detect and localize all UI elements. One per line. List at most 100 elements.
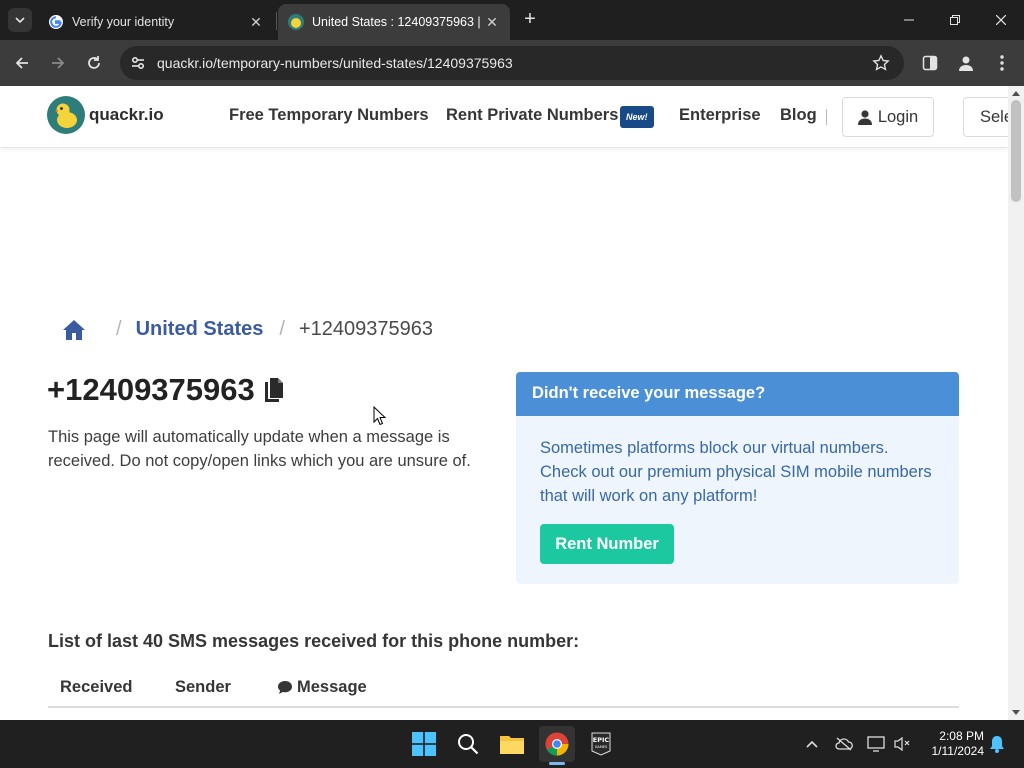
close-icon[interactable]: ✕ <box>482 12 502 32</box>
more-vertical-icon <box>1000 55 1004 71</box>
taskbar-epic-games[interactable]: EPIC GAMES <box>583 726 619 762</box>
windows-logo-icon <box>412 732 436 756</box>
chrome-icon <box>545 732 569 756</box>
taskbar-clock[interactable]: 2:08 PM 1/11/2024 <box>918 729 985 759</box>
nav-rent-private-numbers[interactable]: Rent Private Numbers <box>446 106 618 125</box>
address-bar[interactable]: quackr.io/temporary-numbers/united-state… <box>120 46 904 80</box>
tab-title: United States : 12409375963 | F <box>312 15 482 29</box>
nav-enterprise[interactable]: Enterprise <box>679 106 761 125</box>
reload-button[interactable] <box>80 49 108 77</box>
phone-number: +12409375963 <box>47 372 255 407</box>
web-page: quackr.io Free Temporary Numbers Rent Pr… <box>0 86 1008 720</box>
scrollbar-thumb[interactable] <box>1011 100 1021 202</box>
start-button[interactable] <box>406 726 442 762</box>
folder-icon <box>500 736 524 754</box>
breadcrumb: / United States / +12409375963 <box>62 318 433 341</box>
copy-icon[interactable] <box>263 377 285 403</box>
windows-taskbar: EPIC GAMES 2:08 PM 1/11/2024 <box>0 720 1024 768</box>
tab-search-button[interactable] <box>8 8 32 32</box>
speaker-muted-icon <box>894 736 910 752</box>
duck-logo-icon <box>47 96 85 134</box>
volume-tray-icon[interactable] <box>892 734 912 754</box>
cloud-off-icon <box>835 737 853 751</box>
chevron-up-icon <box>806 740 818 748</box>
breadcrumb-country-link[interactable]: United States <box>136 318 264 341</box>
column-message-label: Message <box>297 678 367 696</box>
chevron-down-icon <box>15 17 25 24</box>
notifications-button[interactable] <box>987 734 1007 754</box>
breadcrumb-separator: / <box>279 318 285 340</box>
select-country-button[interactable]: Sele <box>963 97 1008 137</box>
column-message[interactable]: Message <box>277 678 367 697</box>
comment-icon <box>278 681 292 694</box>
scroll-up-arrow-icon[interactable] <box>1012 91 1020 96</box>
restore-icon <box>950 15 960 25</box>
messages-table-header: Received Sender Message <box>48 666 959 708</box>
column-sender[interactable]: Sender <box>175 678 231 697</box>
minimize-icon <box>904 19 914 21</box>
show-hidden-icons-button[interactable] <box>802 734 822 754</box>
side-panel-icon <box>922 55 938 71</box>
nav-free-temporary-numbers[interactable]: Free Temporary Numbers <box>229 106 429 125</box>
close-icon <box>996 15 1006 25</box>
close-icon[interactable]: ✕ <box>246 12 266 32</box>
site-logo[interactable]: quackr.io <box>47 96 164 134</box>
column-received[interactable]: Received <box>60 678 132 697</box>
active-app-indicator <box>549 762 565 765</box>
network-tray-icon[interactable] <box>866 734 886 754</box>
browser-tab-verify[interactable]: Verify your identity ✕ <box>38 4 274 40</box>
logo-text: quackr.io <box>89 105 164 124</box>
user-icon <box>857 109 872 125</box>
page-scrollbar[interactable] <box>1008 86 1024 720</box>
onedrive-tray-icon[interactable] <box>834 734 854 754</box>
phone-number-title: +12409375963 <box>47 372 285 408</box>
google-icon <box>49 15 63 29</box>
menu-button[interactable] <box>991 52 1013 74</box>
taskbar-file-explorer[interactable] <box>494 726 530 762</box>
svg-text:EPIC: EPIC <box>593 736 610 744</box>
arrow-right-icon <box>52 57 65 69</box>
forward-button[interactable] <box>44 49 72 77</box>
site-header: quackr.io Free Temporary Numbers Rent Pr… <box>0 86 1008 148</box>
taskbar-chrome[interactable] <box>539 726 575 762</box>
clock-date: 1/11/2024 <box>931 744 985 758</box>
minimize-button[interactable] <box>886 0 932 40</box>
epic-games-icon: EPIC GAMES <box>591 732 611 756</box>
promo-box: Didn't receive your message? Sometimes p… <box>516 372 959 584</box>
home-icon[interactable] <box>62 319 86 341</box>
profile-button[interactable] <box>955 52 977 74</box>
profile-icon <box>959 56 973 71</box>
tab-title: Verify your identity <box>72 15 175 29</box>
breadcrumb-separator: / <box>116 318 122 340</box>
side-panel-button[interactable] <box>919 52 941 74</box>
login-label: Login <box>877 107 919 126</box>
clock-time: 2:08 PM <box>939 729 984 743</box>
scroll-down-arrow-icon[interactable] <box>1012 710 1020 715</box>
new-badge: New! <box>620 106 654 128</box>
bell-icon <box>990 736 1004 753</box>
url-text[interactable]: quackr.io/temporary-numbers/united-state… <box>157 55 513 71</box>
svg-text:GAMES: GAMES <box>595 745 608 749</box>
site-settings-icon[interactable] <box>128 53 148 73</box>
nav-blog[interactable]: Blog <box>780 106 817 125</box>
tab-divider <box>276 12 277 30</box>
nav-divider <box>826 109 827 125</box>
restore-button[interactable] <box>932 0 978 40</box>
close-window-button[interactable] <box>978 0 1024 40</box>
browser-toolbar: quackr.io/temporary-numbers/united-state… <box>0 40 1024 86</box>
taskbar-search-button[interactable] <box>450 726 486 762</box>
monitor-network-icon <box>867 736 885 752</box>
rent-number-button[interactable]: Rent Number <box>540 524 674 564</box>
back-button[interactable] <box>8 49 36 77</box>
promo-body: Sometimes platforms block our virtual nu… <box>540 439 932 505</box>
login-button[interactable]: Login <box>842 97 934 137</box>
browser-tab-quackr[interactable]: United States : 12409375963 | F ✕ <box>278 4 510 40</box>
browser-tab-strip: Verify your identity ✕ United States : 1… <box>0 0 1024 40</box>
mouse-cursor-icon <box>373 406 386 426</box>
reload-icon <box>88 56 100 69</box>
new-tab-button[interactable]: + <box>518 8 542 32</box>
duck-favicon-icon <box>288 14 304 30</box>
bookmark-star-icon[interactable] <box>872 54 890 72</box>
promo-heading: Didn't receive your message? <box>516 372 959 416</box>
search-icon <box>458 734 479 755</box>
